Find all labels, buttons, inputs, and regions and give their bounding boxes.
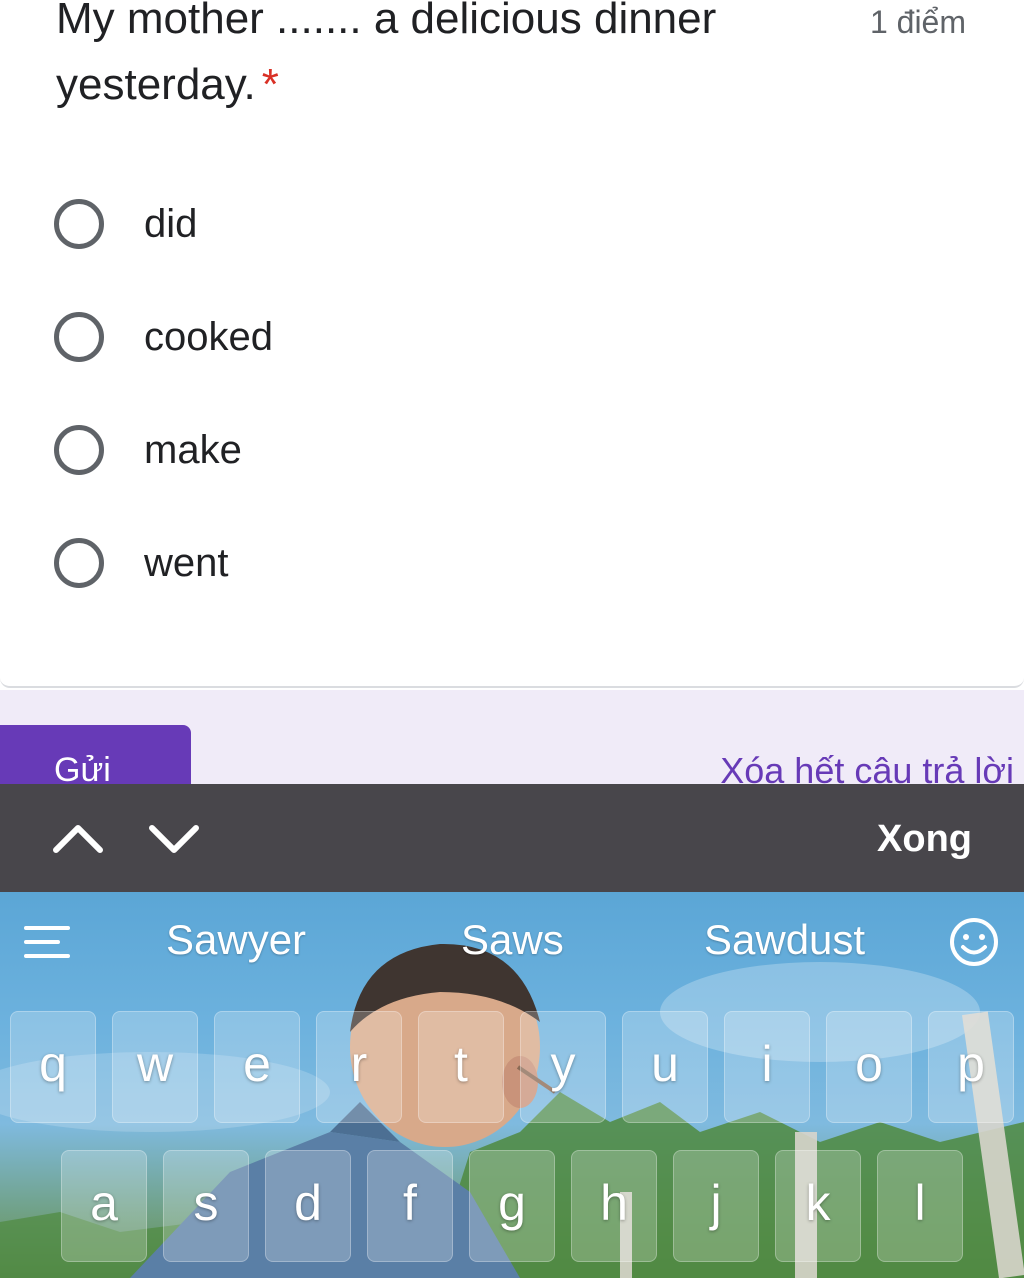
question-card: My mother ....... a delicious dinner yes…	[0, 0, 1024, 688]
radio-button[interactable]	[54, 538, 104, 588]
key-t[interactable]: t	[418, 1011, 504, 1123]
points-label: 1 điểm	[869, 4, 966, 40]
key-j[interactable]: j	[673, 1150, 759, 1262]
done-button[interactable]: Xong	[877, 818, 972, 861]
key-f[interactable]: f	[367, 1150, 453, 1262]
key-d[interactable]: d	[265, 1150, 351, 1262]
key-r[interactable]: r	[316, 1011, 402, 1123]
suggestion-sawdust[interactable]: Sawdust	[704, 916, 865, 964]
option-label: cooked	[144, 314, 273, 359]
key-h[interactable]: h	[571, 1150, 657, 1262]
option-label: did	[144, 201, 198, 246]
key-y[interactable]: y	[520, 1011, 606, 1123]
keyboard: Sawyer Saws Sawdust q w e r t y u i o p …	[0, 892, 1024, 1278]
required-marker: *	[261, 60, 279, 109]
key-s[interactable]: s	[163, 1150, 249, 1262]
radio-button[interactable]	[54, 199, 104, 249]
suggestion-bar: Sawyer Saws Sawdust	[0, 892, 1024, 992]
form-footer: Gửi Xóa hết câu trả lời	[0, 690, 1024, 795]
emoji-icon[interactable]	[948, 916, 1000, 968]
option-went[interactable]: went	[54, 533, 654, 593]
suggestion-saws[interactable]: Saws	[461, 916, 564, 964]
key-e[interactable]: e	[214, 1011, 300, 1123]
option-label: went	[144, 540, 229, 585]
option-label: make	[144, 427, 242, 472]
key-p[interactable]: p	[928, 1011, 1014, 1123]
option-did[interactable]: did	[54, 194, 654, 254]
key-o[interactable]: o	[826, 1011, 912, 1123]
chevron-down-icon[interactable]	[146, 810, 202, 866]
key-l[interactable]: l	[877, 1150, 963, 1262]
option-make[interactable]: make	[54, 420, 654, 480]
key-k[interactable]: k	[775, 1150, 861, 1262]
key-a[interactable]: a	[61, 1150, 147, 1262]
key-u[interactable]: u	[622, 1011, 708, 1123]
question-title: My mother ....... a delicious dinner yes…	[56, 0, 796, 118]
menu-icon[interactable]	[24, 922, 72, 962]
suggestion-sawyer[interactable]: Sawyer	[166, 916, 306, 964]
radio-button[interactable]	[54, 425, 104, 475]
key-w[interactable]: w	[112, 1011, 198, 1123]
option-cooked[interactable]: cooked	[54, 307, 654, 367]
key-q[interactable]: q	[10, 1011, 96, 1123]
question-text: My mother ....... a delicious dinner yes…	[56, 0, 717, 109]
key-g[interactable]: g	[469, 1150, 555, 1262]
key-i[interactable]: i	[724, 1011, 810, 1123]
keyboard-accessory-bar: Xong	[0, 784, 1024, 892]
chevron-up-icon[interactable]	[50, 810, 106, 866]
radio-button[interactable]	[54, 312, 104, 362]
